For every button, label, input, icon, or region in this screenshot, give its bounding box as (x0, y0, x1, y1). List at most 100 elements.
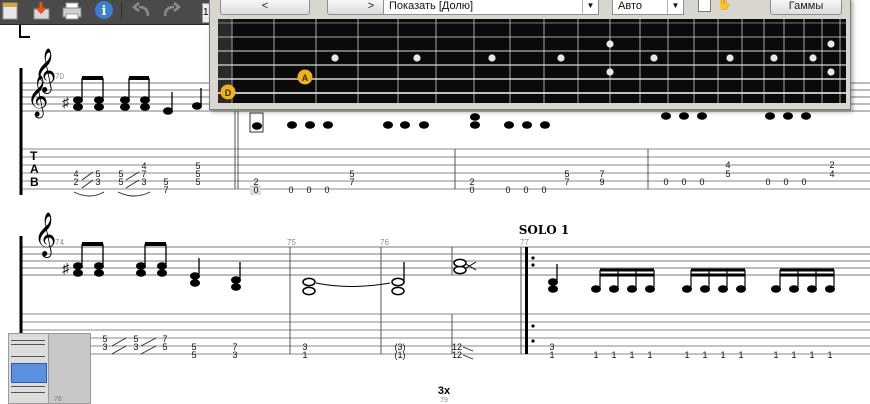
note-head (700, 285, 710, 293)
page-navigator[interactable] (8, 333, 50, 404)
fret-inlay (650, 54, 658, 62)
document-icon[interactable] (0, 0, 26, 22)
tab-note: 1 (773, 350, 778, 360)
tab-note: 0 (253, 185, 258, 195)
tab-note: 0 (505, 185, 510, 195)
tab-note: 1 (611, 350, 616, 360)
note-head (718, 285, 728, 293)
tab-note: 1 (647, 350, 652, 360)
note-head (682, 285, 692, 293)
mode-select-value: Авто (618, 0, 642, 12)
tab-note: 0 (783, 177, 788, 187)
option-checkbox[interactable] (698, 0, 711, 12)
scales-button[interactable]: Гаммы (770, 0, 842, 15)
measure-number: 75 (287, 238, 296, 247)
svg-text:i: i (102, 4, 107, 19)
fret-inlay (606, 68, 614, 76)
display-select-value: Показать [Долю] (389, 0, 474, 12)
note-head (627, 285, 637, 293)
tab-note: 5 (195, 177, 200, 187)
tab-note: 2 (73, 177, 78, 187)
fret-inlay (557, 54, 565, 62)
tab-note: 1 (702, 350, 707, 360)
note-marker-d[interactable]: D (220, 84, 236, 100)
note-head (609, 285, 619, 293)
svg-text:D: D (225, 88, 232, 98)
svg-text:A: A (302, 73, 309, 83)
tab-note: 3 (232, 350, 237, 360)
tab-note: 1 (791, 350, 796, 360)
fretboard-panel: < > Показать [Долю] ▼ Авто ▼ ✋ Гаммы A D (209, 0, 851, 110)
repeat-barline (525, 247, 528, 354)
navigator-viewport[interactable] (11, 363, 47, 383)
display-select[interactable]: Показать [Долю] ▼ (383, 0, 599, 15)
tab-letter-a: A (30, 162, 39, 176)
undo-icon[interactable] (130, 0, 156, 22)
fret-inlay (827, 40, 835, 48)
redo-icon[interactable] (160, 0, 186, 22)
note-head (825, 285, 835, 293)
info-icon[interactable]: i (92, 0, 118, 22)
tab-note: 0 (288, 185, 293, 195)
measure-number: 70 (55, 72, 64, 81)
repeat-count-label: 3x (438, 385, 451, 397)
section-label: SOLO 1 (519, 223, 570, 237)
tab-note: 7 (564, 177, 569, 187)
tab-note: 7 (349, 177, 354, 187)
tab-note: 5 (195, 161, 200, 171)
export-icon[interactable] (30, 0, 56, 22)
hand-icon[interactable]: ✋ (717, 0, 732, 11)
note-head (591, 285, 601, 293)
note-marker-a[interactable]: A (297, 69, 313, 85)
note-head (807, 285, 817, 293)
tab-note: 9 (599, 177, 604, 187)
tab-note: 1 (549, 350, 554, 360)
chevron-down-icon: ▼ (667, 0, 683, 14)
page-navigator-secondary[interactable]: 78 (48, 333, 91, 404)
tab-note: 4 (829, 169, 834, 179)
tab-note: 0 (681, 177, 686, 187)
tab-note: 0 (663, 177, 668, 187)
fretboard[interactable]: A D (218, 19, 846, 103)
tab-note: 7 (163, 185, 168, 195)
note-head (645, 285, 655, 293)
svg-text:♯: ♯ (62, 260, 70, 276)
tab-note: 3 (141, 177, 146, 187)
tab-note: 0 (699, 177, 704, 187)
svg-text:♯: ♯ (62, 94, 70, 110)
tab-note: (1) (395, 350, 406, 360)
tab-note: 0 (801, 177, 806, 187)
tab-note: 1 (629, 350, 634, 360)
tab-note: 0 (765, 177, 770, 187)
tab-note: 3 (133, 342, 138, 352)
tab-note: 0 (306, 185, 311, 195)
measure-number: 76 (380, 238, 389, 247)
fret-inlay (809, 54, 817, 62)
tab-note: 3 (102, 342, 107, 352)
tab-note: 1 (593, 350, 598, 360)
fret-inlay (827, 68, 835, 76)
tab-note: 12 (452, 350, 462, 360)
tab-letter-t: T (30, 149, 38, 163)
note-head (789, 285, 799, 293)
tab-note: 5 (725, 169, 730, 179)
note-head (736, 285, 746, 293)
measure-number: 74 (55, 238, 64, 247)
fret-inlay (726, 54, 734, 62)
tab-note: 5 (191, 350, 196, 360)
fret-inlay (606, 40, 614, 48)
fret-inlay (488, 54, 496, 62)
svg-text:𝄞: 𝄞 (34, 48, 56, 94)
measure-number: 79 (440, 397, 448, 402)
print-icon[interactable] (60, 0, 86, 22)
chevron-down-icon: ▼ (582, 0, 598, 14)
prev-button[interactable]: < (220, 0, 310, 15)
note-head (771, 285, 781, 293)
main-toolbar: i 1 (0, 0, 216, 25)
mode-select[interactable]: Авто ▼ (612, 0, 684, 15)
tab-note: 0 (469, 185, 474, 195)
svg-text:𝄞: 𝄞 (34, 212, 56, 258)
tab-note: 1 (302, 350, 307, 360)
system-bracket-top (19, 25, 30, 38)
tab-note: 3 (95, 177, 100, 187)
